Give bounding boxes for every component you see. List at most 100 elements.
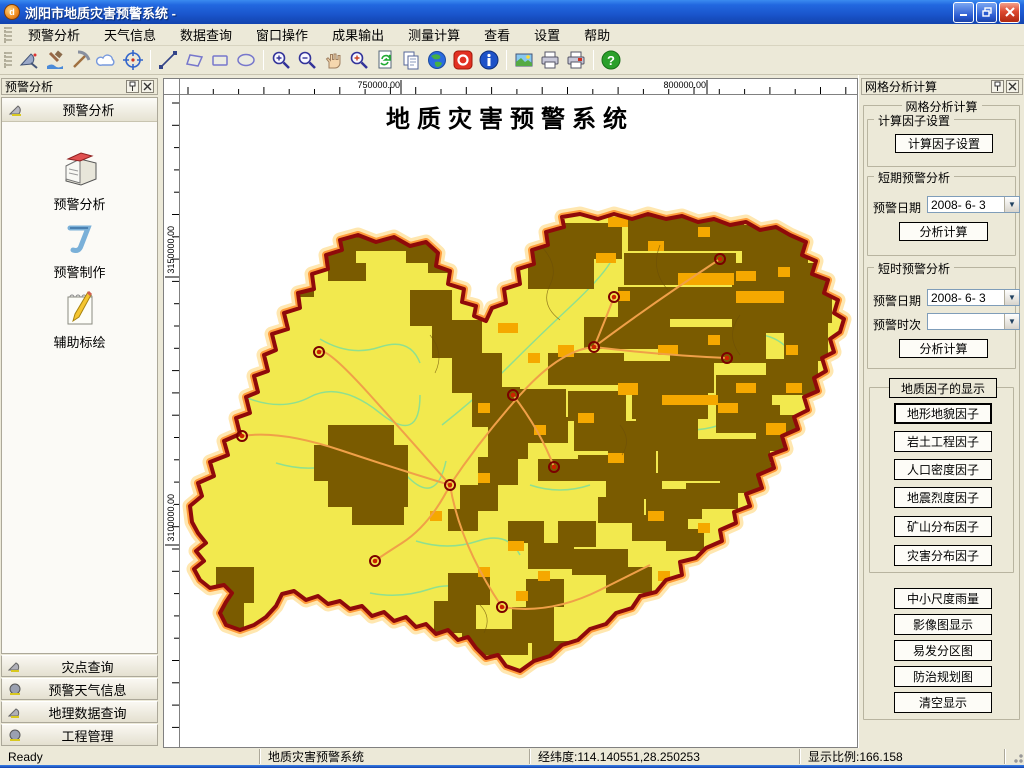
zoom-out-icon[interactable]	[294, 48, 320, 73]
toolbar-separator	[506, 50, 507, 70]
close-icon[interactable]	[1006, 80, 1019, 93]
menu-settings[interactable]: 设置	[522, 23, 572, 46]
help-icon[interactable]: ?	[598, 48, 624, 73]
copy-icon[interactable]	[398, 48, 424, 73]
left-panel-header[interactable]: 预警分析	[2, 98, 157, 122]
resize-grip[interactable]	[1010, 750, 1024, 764]
right-panel-title: 网格分析计算	[865, 78, 937, 95]
status-system-name: 地质灾害预警系统	[260, 749, 530, 764]
left-panel-titlebar: 预警分析	[1, 78, 158, 95]
disaster-factor-button[interactable]: 灾害分布因子	[894, 545, 992, 566]
horizontal-ruler: 750000.00800000.00	[180, 78, 858, 95]
bar-label: 地理数据查询	[24, 703, 151, 722]
seismic-factor-button[interactable]: 地震烈度因子	[894, 487, 992, 508]
right-panel: 网格分析计算 网格分析计算 计算因子设置 计算因子设置 短期预警分析 预警日期 …	[858, 75, 1024, 748]
short-time-analyze-button[interactable]: 分析计算	[899, 339, 988, 358]
prevention-plan-button[interactable]: 防治规划图	[894, 666, 992, 687]
print-preview-icon[interactable]	[563, 48, 589, 73]
clear-display-button[interactable]: 清空显示	[894, 692, 992, 713]
bar-warning-weather[interactable]: 预警天气信息	[1, 678, 158, 700]
menu-warning-analysis[interactable]: 预警分析	[16, 23, 92, 46]
left-panel: 预警分析 预警分析 预警分析	[0, 75, 160, 748]
map-region: 750000.00800000.00 3150000.003100000.00	[160, 75, 858, 748]
bar-project-manage[interactable]: 工程管理	[1, 724, 158, 746]
menu-data-query[interactable]: 数据查询	[168, 23, 244, 46]
minimize-button[interactable]	[953, 2, 974, 23]
toolbar-separator	[593, 50, 594, 70]
restore-button[interactable]	[976, 2, 997, 23]
close-icon[interactable]	[141, 80, 154, 93]
dish-icon	[8, 103, 26, 117]
tool-warning-make[interactable]: 预警制作	[2, 218, 157, 281]
menu-result-output[interactable]: 成果输出	[320, 23, 396, 46]
ruler-label: 3100000.00	[166, 494, 176, 542]
short-term-date-combo[interactable]: 2008- 6- 3 ▼	[927, 196, 1020, 213]
tool-label: 预警分析	[53, 197, 105, 212]
population-factor-button[interactable]: 人口密度因子	[894, 459, 992, 480]
toolbar-separator	[263, 50, 264, 70]
print-icon[interactable]	[537, 48, 563, 73]
bar-disaster-query[interactable]: 灾点查询	[1, 655, 158, 677]
bar-geo-data-query[interactable]: 地理数据查询	[1, 701, 158, 723]
cloud-icon[interactable]	[94, 48, 120, 73]
rainfall-scale-button[interactable]: 中小尺度雨量	[894, 588, 992, 609]
image-display-button[interactable]: 影像图显示	[894, 614, 992, 635]
image-icon[interactable]	[511, 48, 537, 73]
zoom-in-icon[interactable]	[268, 48, 294, 73]
menu-view[interactable]: 查看	[472, 23, 522, 46]
calc-factor-settings-button[interactable]: 计算因子设置	[895, 134, 993, 153]
globe-tool-icon	[8, 729, 24, 742]
tool-warning-analysis[interactable]: 预警分析	[2, 150, 157, 213]
geotech-factor-button[interactable]: 岩土工程因子	[894, 431, 992, 452]
pin-icon[interactable]	[991, 80, 1004, 93]
short-term-date-label: 预警日期	[873, 199, 921, 216]
short-time-session-combo[interactable]: ▼	[927, 313, 1020, 330]
radar-icon[interactable]	[16, 48, 42, 73]
bar-label: 工程管理	[24, 726, 151, 745]
susceptibility-map-button[interactable]: 易发分区图	[894, 640, 992, 661]
ruler-label: 750000.00	[357, 80, 400, 90]
chevron-down-icon[interactable]: ▼	[1004, 314, 1019, 329]
menu-bar: 预警分析 天气信息 数据查询 窗口操作 成果输出 测量计算 查看 设置 帮助	[0, 24, 1024, 46]
mine-factor-button[interactable]: 矿山分布因子	[894, 516, 992, 537]
menu-measure-calc[interactable]: 测量计算	[396, 23, 472, 46]
info-icon[interactable]	[476, 48, 502, 73]
menu-window-ops[interactable]: 窗口操作	[244, 23, 320, 46]
close-button[interactable]	[999, 2, 1020, 23]
app-logo-icon: d	[4, 4, 20, 20]
menu-help[interactable]: 帮助	[572, 23, 622, 46]
pin-icon[interactable]	[126, 80, 139, 93]
dish-icon	[8, 706, 24, 719]
short-time-date-combo[interactable]: 2008- 6- 3 ▼	[927, 289, 1020, 306]
tool-aux-plot[interactable]: 辅助标绘	[2, 288, 157, 351]
chevron-down-icon[interactable]: ▼	[1004, 197, 1019, 212]
status-bar: Ready 地质灾害预警系统 经纬度:114.140551,28.250253 …	[0, 748, 1024, 765]
warning-make-icon	[58, 218, 102, 258]
toolbar-gripper[interactable]	[4, 52, 12, 68]
left-panel-title: 预警分析	[5, 78, 53, 95]
ellipse-tool-icon[interactable]	[233, 48, 259, 73]
zoom-window-icon[interactable]	[346, 48, 372, 73]
line-tool-icon[interactable]	[155, 48, 181, 73]
title-bar: d 浏阳市地质灾害预警系统 -	[0, 0, 1024, 24]
stop-icon[interactable]	[450, 48, 476, 73]
menu-weather-info[interactable]: 天气信息	[92, 23, 168, 46]
refresh-icon[interactable]	[372, 48, 398, 73]
globe-icon[interactable]	[424, 48, 450, 73]
polygon-tool-icon[interactable]	[181, 48, 207, 73]
target-icon[interactable]	[120, 48, 146, 73]
pan-icon[interactable]	[320, 48, 346, 73]
terrain-factor-button[interactable]: 地形地貌因子	[894, 403, 992, 424]
survey-icon[interactable]	[42, 48, 68, 73]
ruler-corner	[163, 78, 180, 95]
notepad-pencil-icon	[58, 288, 102, 328]
short-term-analyze-button[interactable]: 分析计算	[899, 222, 988, 241]
geo-factor-group-button[interactable]: 地质因子的显示	[889, 378, 997, 398]
rect-tool-icon[interactable]	[207, 48, 233, 73]
menu-gripper[interactable]	[4, 27, 12, 43]
tool-label: 预警制作	[53, 265, 105, 280]
pick-icon[interactable]	[68, 48, 94, 73]
chevron-down-icon[interactable]: ▼	[1004, 290, 1019, 305]
bar-label: 灾点查询	[24, 657, 151, 676]
map-canvas[interactable]: 地质灾害预警系统	[180, 95, 858, 748]
